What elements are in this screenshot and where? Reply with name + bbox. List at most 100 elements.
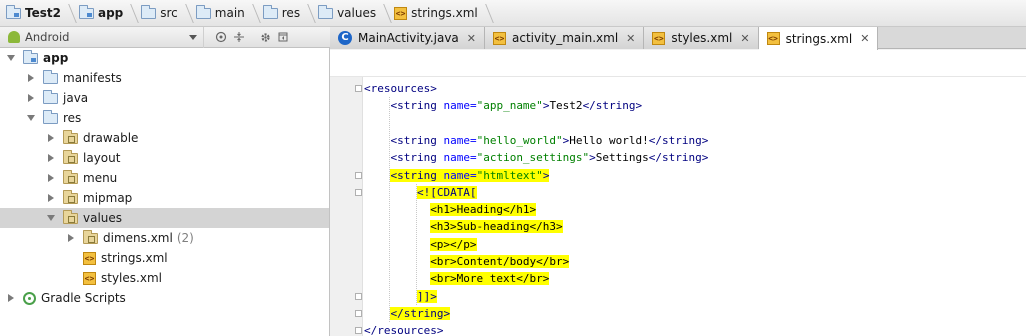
tree-item-values[interactable]: values xyxy=(0,208,329,228)
code-line-content: <h1>Heading</h1> xyxy=(430,203,537,217)
fold-marker-icon[interactable] xyxy=(355,292,362,300)
tab-strings-xml[interactable]: <> strings.xml ✕ xyxy=(758,27,879,50)
close-icon[interactable]: ✕ xyxy=(860,32,869,45)
project-view-selector[interactable]: Android xyxy=(0,26,204,48)
code-token: Hello world! xyxy=(569,133,649,147)
project-panel-toolbar: Android xyxy=(0,26,330,48)
breadcrumb-item[interactable]: values xyxy=(314,0,390,27)
code-token: </string> xyxy=(648,151,709,165)
tree-item-styles-xml[interactable]: <> styles.xml xyxy=(0,268,329,288)
folder-icon xyxy=(43,89,58,104)
code-token: <br>Content/body</br> xyxy=(430,255,570,268)
tree-item-label: java xyxy=(63,91,89,105)
expand-arrow-right-icon[interactable] xyxy=(26,93,36,103)
breadcrumb: Test2 app src main res values <> strings.xml xyxy=(0,0,1026,27)
chevron-down-icon xyxy=(189,34,197,40)
code-editor[interactable]: <resources> <string name="app_name">Test2… xyxy=(330,50,1026,336)
breadcrumb-item[interactable]: app xyxy=(75,0,137,27)
tab-activity-main-xml[interactable]: <> activity_main.xml ✕ xyxy=(485,27,645,49)
code-token: name= xyxy=(443,99,477,113)
code-line: <resources> xyxy=(364,80,437,97)
tab-label: strings.xml xyxy=(785,31,853,46)
code-line-content: ]]> xyxy=(416,289,437,303)
target-icon[interactable] xyxy=(212,27,230,48)
xml-file-icon: <> xyxy=(493,31,506,45)
code-token: "action_settings" xyxy=(476,151,590,165)
expand-arrow-right-icon[interactable] xyxy=(26,73,36,83)
code-token: <h3>Sub-heading</h3> xyxy=(430,220,563,234)
tree-item-strings-xml[interactable]: <> strings.xml xyxy=(0,248,329,268)
tree-item-java[interactable]: java xyxy=(0,88,329,108)
fold-marker-icon[interactable] xyxy=(355,171,362,179)
tab-mainactivity-java[interactable]: C MainActivity.java ✕ xyxy=(330,27,485,49)
expand-arrow-down-icon[interactable] xyxy=(6,53,16,63)
hide-panel-icon[interactable] xyxy=(274,27,292,48)
close-icon[interactable]: ✕ xyxy=(740,32,749,45)
fold-marker-icon[interactable] xyxy=(355,85,362,92)
code-line: <![CDATA[ xyxy=(416,184,477,201)
fold-marker-icon[interactable] xyxy=(355,188,362,196)
code-token: <![CDATA[ xyxy=(416,185,477,199)
code-token: </string> xyxy=(390,306,451,320)
close-icon[interactable]: ✕ xyxy=(626,32,635,45)
tree-item-label: res xyxy=(63,111,82,125)
expand-arrow-down-icon[interactable] xyxy=(26,113,36,123)
breadcrumb-label: main xyxy=(214,6,245,20)
tree-item-label: Gradle Scripts xyxy=(41,291,126,305)
fold-marker-icon[interactable] xyxy=(355,309,362,317)
expand-arrow-right-icon[interactable] xyxy=(46,153,56,163)
expand-arrow-right-icon[interactable] xyxy=(46,133,56,143)
code-area[interactable]: <resources> <string name="app_name">Test2… xyxy=(364,77,1026,336)
breadcrumb-item[interactable]: main xyxy=(192,0,259,27)
tab-styles-xml[interactable]: <> styles.xml ✕ xyxy=(644,27,759,49)
collapse-all-icon[interactable] xyxy=(230,27,248,48)
breadcrumb-label: src xyxy=(160,6,178,20)
tree-item-layout[interactable]: layout xyxy=(0,148,329,168)
folder-icon xyxy=(262,4,278,19)
breadcrumb-item[interactable]: src xyxy=(137,0,192,27)
tree-item-label: values xyxy=(83,211,123,225)
tab-label: MainActivity.java xyxy=(358,31,459,45)
breadcrumb-item[interactable]: <> strings.xml xyxy=(390,0,492,27)
tree-item-label: mipmap xyxy=(83,191,133,205)
tree-item-gradle-scripts[interactable]: Gradle Scripts xyxy=(0,288,329,308)
fold-marker-icon[interactable] xyxy=(355,327,362,335)
res-folder-icon xyxy=(63,189,78,204)
expand-arrow-right-icon[interactable] xyxy=(46,193,56,203)
breadcrumb-item[interactable]: res xyxy=(259,0,314,27)
tree-item-dimens-xml[interactable]: dimens.xml (2) xyxy=(0,228,329,248)
tree-item-mipmap[interactable]: mipmap xyxy=(0,188,329,208)
tree-item-drawable[interactable]: drawable xyxy=(0,128,329,148)
tree-item-res[interactable]: res xyxy=(0,108,329,128)
tree-item-manifests[interactable]: manifests xyxy=(0,68,329,88)
code-line: <br>Content/body</br> xyxy=(430,253,570,270)
code-token: Settings xyxy=(595,151,649,165)
tree-item-label: dimens.xml xyxy=(103,231,173,245)
code-token: ]]> xyxy=(416,289,437,303)
code-line: <string name="htmltext"> xyxy=(390,167,550,184)
breadcrumb-label: app xyxy=(97,6,124,20)
code-token: Test2 xyxy=(549,99,583,113)
folder-icon xyxy=(43,109,58,124)
tree-item-label: layout xyxy=(83,151,121,165)
code-line-content: <resources> xyxy=(364,82,437,95)
close-icon[interactable]: ✕ xyxy=(467,32,476,45)
expand-arrow-right-icon[interactable] xyxy=(46,173,56,183)
tree-item-app[interactable]: app xyxy=(0,48,329,68)
expand-arrow-right-icon[interactable] xyxy=(6,293,16,303)
module-folder-icon xyxy=(6,4,21,19)
tree-item-label: drawable xyxy=(83,131,139,145)
tab-label: activity_main.xml xyxy=(512,31,619,45)
code-token: > xyxy=(542,168,550,182)
code-token: <h1>Heading</h1> xyxy=(430,203,537,217)
gear-icon[interactable] xyxy=(256,27,274,48)
expand-arrow-down-icon[interactable] xyxy=(46,213,56,223)
expand-arrow-right-icon[interactable] xyxy=(66,233,76,243)
code-line-content: <br>More text</br> xyxy=(430,272,550,286)
gradle-icon xyxy=(23,291,36,305)
code-line: <string name="hello_world">Hello world!<… xyxy=(390,132,708,149)
tree-item-label: styles.xml xyxy=(101,271,162,285)
tree-item-menu[interactable]: menu xyxy=(0,168,329,188)
code-line: ]]> xyxy=(416,288,437,305)
breadcrumb-item[interactable]: Test2 xyxy=(2,0,75,27)
